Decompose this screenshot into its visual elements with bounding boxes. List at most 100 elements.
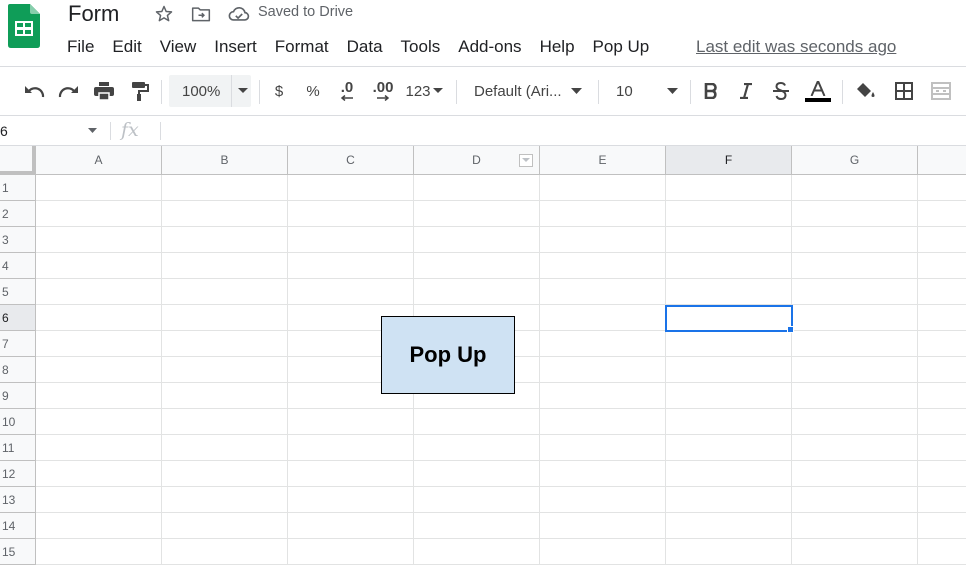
menu-data[interactable]: Data xyxy=(338,37,392,57)
borders-icon[interactable] xyxy=(890,67,918,115)
fx-label: fx xyxy=(121,119,139,141)
increase-decimal-button[interactable]: .00 xyxy=(368,67,398,115)
row-header-11[interactable]: 11 xyxy=(0,435,36,461)
select-all-corner[interactable] xyxy=(0,146,36,175)
star-icon[interactable] xyxy=(153,3,175,25)
column-label: B xyxy=(220,153,229,167)
app-header: Form Saved to Drive File Edit View Inser… xyxy=(0,0,966,66)
font-family-select[interactable]: Default (Ari... xyxy=(466,67,590,115)
row-header-12[interactable]: 12 xyxy=(0,461,36,487)
menu-add-ons[interactable]: Add-ons xyxy=(449,37,530,57)
merge-cells-icon[interactable] xyxy=(927,67,955,115)
column-label: G xyxy=(849,153,860,167)
text-color-icon[interactable] xyxy=(803,67,833,115)
pop-up-button-label: Pop Up xyxy=(409,342,487,367)
column-header-b[interactable]: B xyxy=(162,146,288,175)
percent-button[interactable]: % xyxy=(300,67,326,115)
row-label: 2 xyxy=(2,206,9,221)
bold-icon[interactable] xyxy=(698,67,724,115)
column-header-h[interactable] xyxy=(918,146,966,175)
name-box[interactable]: 6 xyxy=(0,116,108,145)
document-title[interactable]: Form xyxy=(68,1,119,27)
row-label: 7 xyxy=(2,336,9,351)
row-header-7[interactable]: 7 xyxy=(0,331,36,357)
column-label: D xyxy=(472,153,481,167)
chevron-down-icon xyxy=(231,75,249,107)
menu-help[interactable]: Help xyxy=(531,37,584,57)
currency-label: $ xyxy=(274,82,284,100)
column-header-d[interactable]: D xyxy=(414,146,540,175)
font-size-value: 10 xyxy=(616,82,633,100)
last-edit-link[interactable]: Last edit was seconds ago xyxy=(696,37,896,57)
column-label: C xyxy=(346,153,355,167)
row-header-13[interactable]: 13 xyxy=(0,487,36,513)
row-header-4[interactable]: 4 xyxy=(0,253,36,279)
increase-decimal-label: .00 xyxy=(372,79,394,96)
chevron-down-icon xyxy=(667,87,678,94)
column-label: E xyxy=(598,153,607,167)
menu-file[interactable]: File xyxy=(58,37,103,57)
zoom-select[interactable]: 100% xyxy=(169,75,251,107)
row-header-10[interactable]: 10 xyxy=(0,409,36,435)
cloud-saved-icon[interactable] xyxy=(228,3,250,25)
row-label: 5 xyxy=(2,284,9,299)
row-header-2[interactable]: 2 xyxy=(0,201,36,227)
menu-pop-up[interactable]: Pop Up xyxy=(584,37,659,57)
row-label: 13 xyxy=(2,492,16,507)
print-icon[interactable] xyxy=(90,67,118,115)
row-label: 15 xyxy=(2,544,16,559)
row-header-5[interactable]: 5 xyxy=(0,279,36,305)
row-label: 9 xyxy=(2,388,9,403)
row-header-1[interactable]: 1 xyxy=(0,175,36,201)
font-family-value: Default (Ari... xyxy=(474,82,562,100)
toolbar: 100% $ % .0 .00 123 Default (Ari... 10 xyxy=(0,66,966,116)
column-header-c[interactable]: C xyxy=(288,146,414,175)
strikethrough-icon[interactable] xyxy=(768,67,794,115)
sheets-logo-icon[interactable] xyxy=(8,4,40,48)
italic-icon[interactable] xyxy=(733,67,759,115)
more-formats-label: 123 xyxy=(405,82,431,100)
column-label: F xyxy=(724,153,733,167)
pop-up-drawing-button[interactable]: Pop Up xyxy=(381,316,515,394)
decrease-decimal-button[interactable]: .0 xyxy=(333,67,361,115)
menu-edit[interactable]: Edit xyxy=(103,37,150,57)
chevron-down-icon xyxy=(88,127,97,133)
redo-icon[interactable] xyxy=(55,67,83,115)
paint-format-icon[interactable] xyxy=(126,67,154,115)
menu-view[interactable]: View xyxy=(151,37,206,57)
row-label: 8 xyxy=(2,362,9,377)
active-cell-f6[interactable] xyxy=(665,305,793,332)
name-box-value: 6 xyxy=(0,122,8,139)
row-header-9[interactable]: 9 xyxy=(0,383,36,409)
fill-color-icon[interactable] xyxy=(852,67,880,115)
row-header-3[interactable]: 3 xyxy=(0,227,36,253)
formula-input[interactable] xyxy=(168,116,958,145)
menu-tools[interactable]: Tools xyxy=(392,37,450,57)
move-to-folder-icon[interactable] xyxy=(190,3,212,25)
column-header-g[interactable]: G xyxy=(792,146,918,175)
column-header-f[interactable]: F xyxy=(666,146,792,175)
chevron-down-icon xyxy=(571,87,582,94)
row-label: 4 xyxy=(2,258,9,273)
text-color-bar xyxy=(805,97,831,102)
row-header-15[interactable]: 15 xyxy=(0,539,36,565)
row-label: 12 xyxy=(2,466,16,481)
fill-handle[interactable] xyxy=(787,326,794,333)
undo-icon[interactable] xyxy=(20,67,48,115)
row-label: 10 xyxy=(2,414,16,429)
decrease-decimal-label: .0 xyxy=(340,79,354,96)
saved-status[interactable]: Saved to Drive xyxy=(258,4,353,20)
font-size-select[interactable]: 10 xyxy=(608,67,684,115)
row-header-8[interactable]: 8 xyxy=(0,357,36,383)
row-header-6[interactable]: 6 xyxy=(0,305,36,331)
menu-format[interactable]: Format xyxy=(266,37,338,57)
column-header-e[interactable]: E xyxy=(540,146,666,175)
row-header-14[interactable]: 14 xyxy=(0,513,36,539)
column-filter-dropdown-icon[interactable] xyxy=(519,154,533,167)
formula-bar: 6 fx xyxy=(0,116,966,146)
more-formats-button[interactable]: 123 xyxy=(403,67,445,115)
currency-button[interactable]: $ xyxy=(266,67,292,115)
column-header-a[interactable]: A xyxy=(36,146,162,175)
menu-insert[interactable]: Insert xyxy=(205,37,266,57)
row-label: 11 xyxy=(2,440,15,455)
